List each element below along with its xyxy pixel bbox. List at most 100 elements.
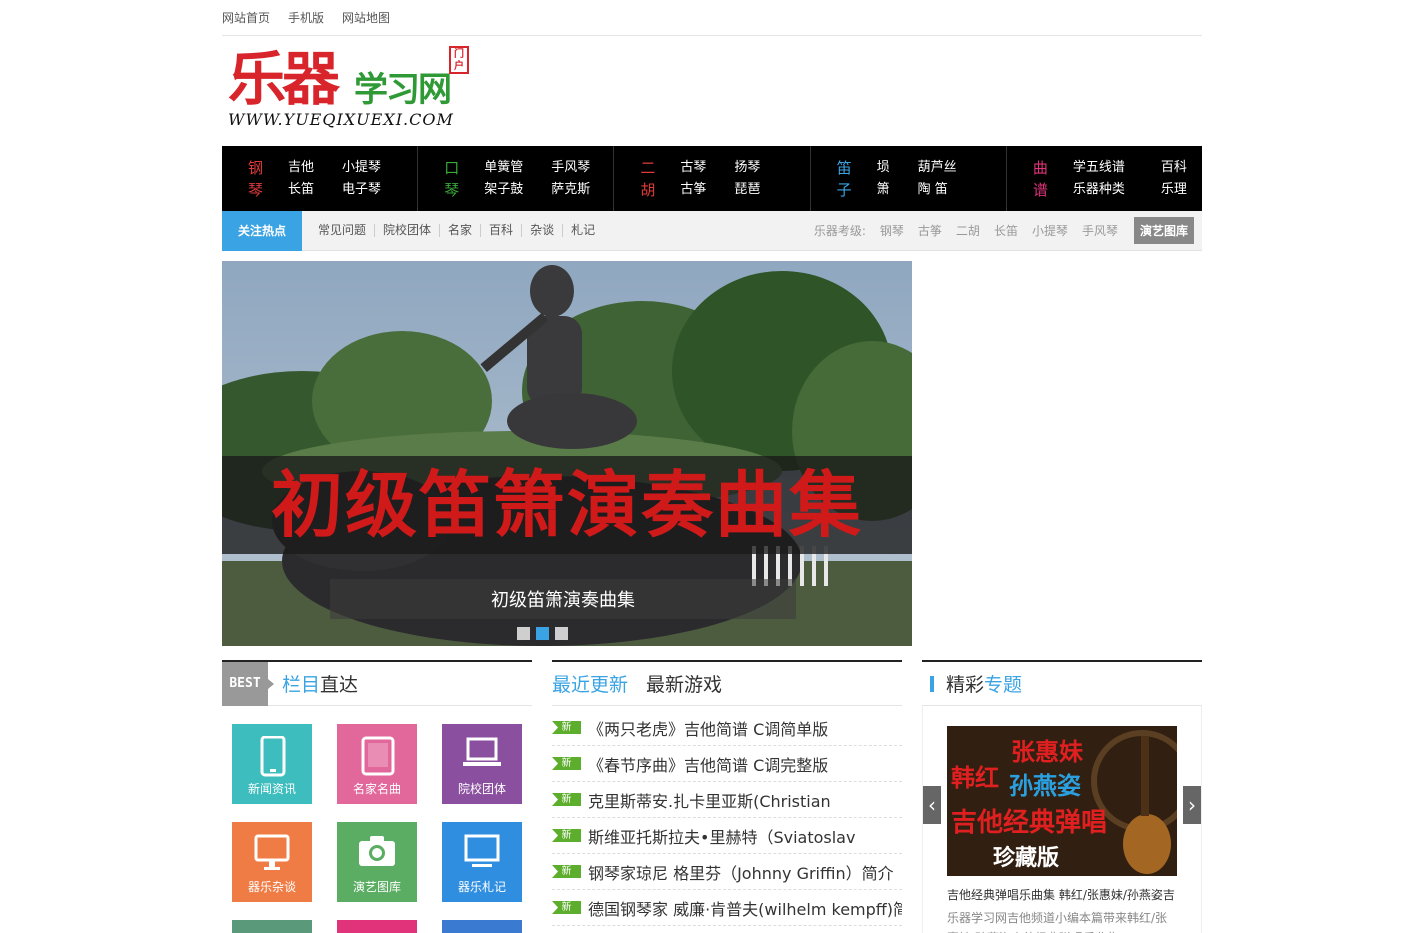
tile-partial[interactable]: [232, 920, 312, 933]
nav-link[interactable]: 箫: [877, 179, 890, 201]
tile-label: 新闻资讯: [247, 782, 296, 796]
sub-nav-link[interactable]: 名家: [440, 224, 482, 237]
nav-link[interactable]: 古琴: [680, 157, 706, 179]
slider-dot[interactable]: [517, 627, 530, 640]
nav-category[interactable]: 笛 子: [837, 157, 877, 201]
tile-schools[interactable]: 院校团体: [442, 724, 522, 804]
cover-text-red: 张惠妹: [1011, 738, 1083, 766]
list-item[interactable]: 新 德国钢琴家 威廉·肯普夫(wilhelm kempff)简: [552, 890, 902, 926]
nav-link[interactable]: 乐理: [1161, 179, 1187, 201]
laptop-icon: [463, 737, 501, 766]
nav-link[interactable]: 学五线谱: [1073, 157, 1125, 179]
tile-partial[interactable]: [442, 920, 522, 933]
cover-text-blue: 孙燕姿: [1009, 772, 1081, 800]
nav-link[interactable]: 萨克斯: [551, 179, 590, 201]
nav-link[interactable]: 扬琴: [734, 157, 760, 179]
top-bar: 网站首页 手机版 网站地图: [222, 0, 1202, 36]
feature-image[interactable]: 张惠妹 韩红 孙燕姿 吉他经典弹唱 珍藏版: [947, 726, 1177, 876]
category-tiles: 新闻资讯 名家名曲 院校团体 器乐杂谈 演艺图库 器乐札记: [232, 724, 532, 933]
sub-nav-link[interactable]: 札记: [563, 224, 603, 237]
news-title[interactable]: 钢琴家琼尼 格里芬（Johnny Griffin）简介: [588, 860, 894, 884]
feature-caption[interactable]: 吉他经典弹唱乐曲集 韩红/张惠妹/孙燕姿吉: [947, 886, 1175, 903]
nav-category[interactable]: 钢 琴: [248, 157, 288, 201]
tile-label: 名家名曲: [352, 782, 401, 796]
grade-link[interactable]: 二胡: [956, 222, 980, 239]
sub-nav-link[interactable]: 常见问题: [310, 224, 376, 237]
nav-link[interactable]: 古筝: [680, 179, 706, 201]
carousel-prev-button[interactable]: ‹: [923, 786, 941, 824]
news-title[interactable]: 克里斯蒂安.扎卡里亚斯(Christian: [588, 788, 831, 812]
grade-link[interactable]: 钢琴: [880, 222, 904, 239]
nav-link[interactable]: 琵琶: [734, 179, 760, 201]
grade-link[interactable]: 长笛: [994, 222, 1018, 239]
sub-nav: 关注热点 常见问题 院校团体 名家 百科 杂谈 札记 乐器考级: 钢琴 古筝 二…: [222, 210, 1202, 251]
grade-link[interactable]: 小提琴: [1032, 222, 1068, 239]
nav-link[interactable]: 长笛: [288, 179, 314, 201]
site-logo[interactable]: 乐器 学习网 门户 WWW.YUEQIXUEXI.COM: [222, 44, 472, 136]
sub-nav-link[interactable]: 杂谈: [522, 224, 564, 237]
tile-talk[interactable]: 器乐杂谈: [232, 822, 312, 902]
news-title[interactable]: 斯维亚托斯拉夫•里赫特（Sviatoslav: [588, 824, 855, 848]
logo-sub-text: 学习网: [354, 70, 452, 110]
nav-link[interactable]: 小提琴: [342, 157, 381, 179]
tile-label: 演艺图库: [352, 880, 401, 894]
tile-partial[interactable]: [337, 920, 417, 933]
list-item[interactable]: 新 《春节序曲》吉他简谱 C调完整版: [552, 746, 902, 782]
grade-exam-links: 乐器考级: 钢琴 古筝 二胡 长笛 小提琴 手风琴 演艺图库: [814, 217, 1202, 244]
tab-latest-games[interactable]: 最新游戏: [646, 670, 722, 697]
nav-category-char: 笛: [836, 158, 852, 177]
slider-dot[interactable]: [536, 627, 549, 640]
nav-category[interactable]: 曲 谱: [1033, 157, 1073, 201]
monitor-icon: [254, 834, 290, 870]
list-item[interactable]: 新 斯维亚托斯拉夫•里赫特（Sviatoslav: [552, 818, 902, 854]
nav-category-char: 琴: [444, 180, 460, 199]
chevron-right-icon: ›: [1188, 793, 1196, 817]
nav-link[interactable]: 手风琴: [551, 157, 590, 179]
sub-nav-link[interactable]: 院校团体: [375, 224, 441, 237]
mobile-link[interactable]: 手机版: [288, 9, 324, 26]
sub-nav-link[interactable]: 百科: [481, 224, 523, 237]
nav-link[interactable]: 电子琴: [342, 179, 381, 201]
sitemap-link[interactable]: 网站地图: [342, 9, 390, 26]
hero-slider[interactable]: 初级笛箫演奏曲集 初级笛箫演奏曲集: [222, 261, 912, 646]
list-item[interactable]: 新 克里斯蒂安.扎卡里亚斯(Christian: [552, 782, 902, 818]
nav-link[interactable]: 百科: [1161, 157, 1187, 179]
tile-gallery[interactable]: 演艺图库: [337, 822, 417, 902]
news-list: 新 《两只老虎》吉他简谱 C调简单版 新 《春节序曲》吉他简谱 C调完整版 新 …: [552, 710, 902, 926]
nav-link[interactable]: 乐器种类: [1073, 179, 1125, 201]
nav-category[interactable]: 口 琴: [444, 157, 484, 201]
news-title[interactable]: 《两只老虎》吉他简谱 C调简单版: [588, 716, 828, 740]
nav-category[interactable]: 二 胡: [640, 157, 680, 201]
list-item[interactable]: 新 《两只老虎》吉他简谱 C调简单版: [552, 710, 902, 746]
grade-link[interactable]: 古筝: [918, 222, 942, 239]
best-badge: BEST: [222, 661, 274, 706]
tab-recent-updates[interactable]: 最近更新: [552, 670, 628, 697]
nav-link[interactable]: 吉他: [288, 157, 314, 179]
column-shortcuts-title: 栏目直达: [282, 670, 358, 697]
new-badge: 新: [552, 721, 581, 734]
tile-notes[interactable]: 器乐札记: [442, 822, 522, 902]
grade-link[interactable]: 手风琴: [1082, 222, 1118, 239]
nav-link[interactable]: 单簧管: [484, 157, 523, 179]
tile-famous[interactable]: 名家名曲: [337, 724, 417, 804]
grade-label: 乐器考级:: [813, 224, 866, 238]
slide-caption[interactable]: 初级笛箫演奏曲集: [330, 579, 796, 619]
home-link[interactable]: 网站首页: [222, 9, 270, 26]
carousel-next-button[interactable]: ›: [1183, 786, 1201, 824]
chevron-left-icon: ‹: [928, 793, 936, 817]
nav-link[interactable]: 架子鼓: [484, 179, 523, 201]
hot-topics-tab[interactable]: 关注热点: [222, 210, 302, 251]
title-part: 栏目: [282, 674, 321, 696]
news-title[interactable]: 德国钢琴家 威廉·肯普夫(wilhelm kempff)简: [588, 896, 902, 920]
nav-link[interactable]: 陶 笛: [918, 179, 957, 201]
nav-group-harmonica: 口 琴 单簧管 手风琴 架子鼓 萨克斯: [418, 146, 615, 211]
nav-link[interactable]: 葫芦丝: [918, 157, 957, 179]
nav-link[interactable]: 埙: [877, 157, 890, 179]
slider-dot[interactable]: [555, 627, 568, 640]
news-title[interactable]: 《春节序曲》吉他简谱 C调完整版: [588, 752, 828, 776]
tile-news[interactable]: 新闻资讯: [232, 724, 312, 804]
tile-label: 器乐札记: [457, 880, 506, 894]
logo-url: WWW.YUEQIXUEXI.COM: [228, 110, 454, 129]
list-item[interactable]: 新 钢琴家琼尼 格里芬（Johnny Griffin）简介: [552, 854, 902, 890]
gallery-button[interactable]: 演艺图库: [1133, 217, 1194, 244]
